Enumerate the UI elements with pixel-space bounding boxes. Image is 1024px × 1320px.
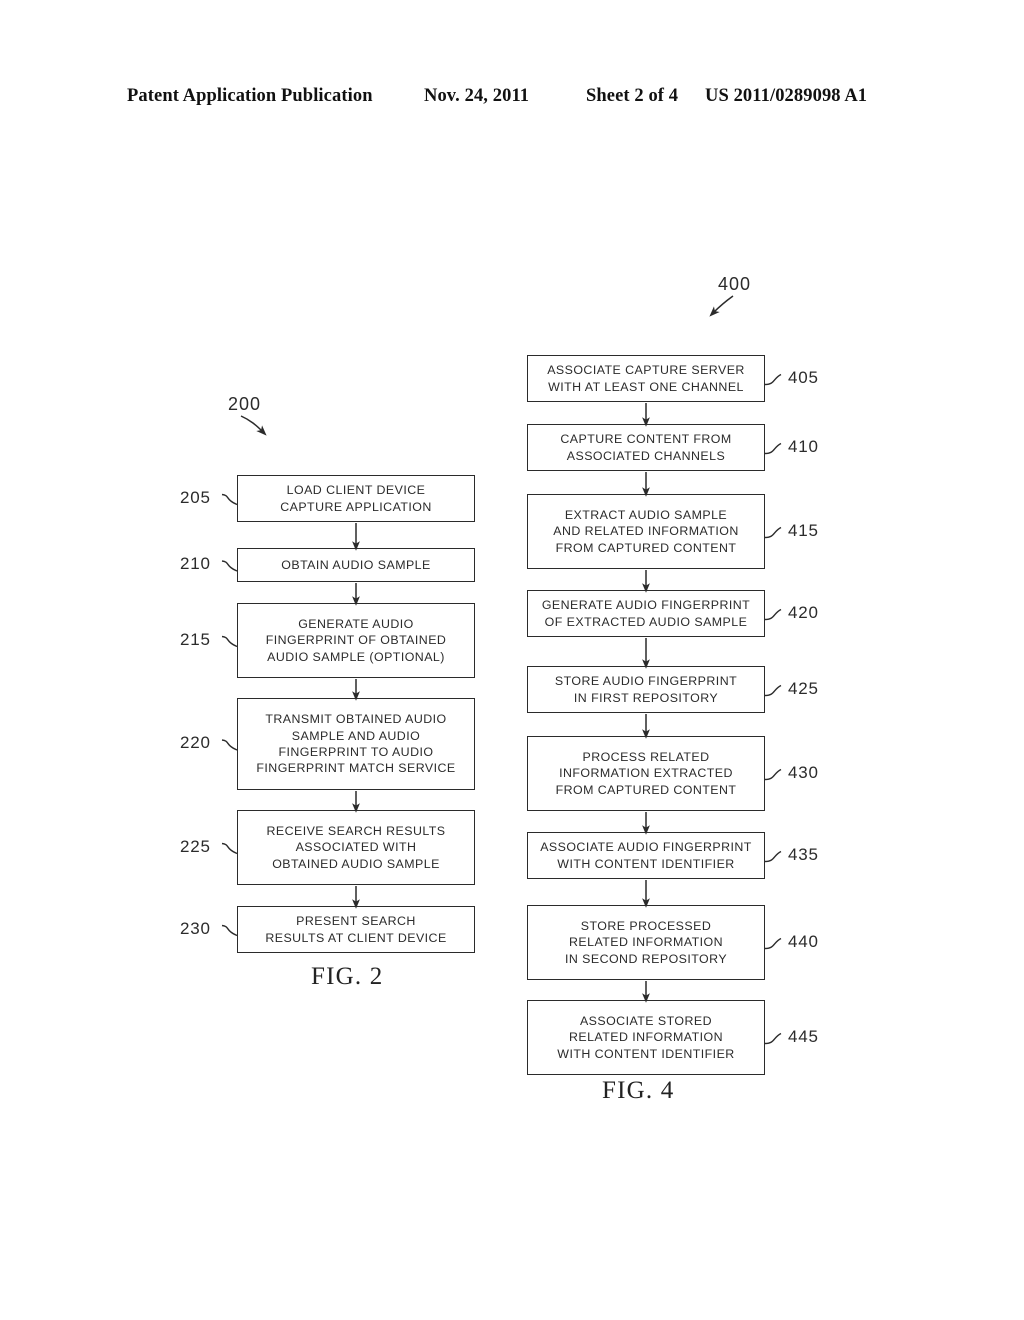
flow-step-210: OBTAIN AUDIO SAMPLE bbox=[237, 548, 475, 582]
flow-step-410: CAPTURE CONTENT FROM ASSOCIATED CHANNELS bbox=[527, 424, 765, 471]
flow-step-220: TRANSMIT OBTAINED AUDIO SAMPLE AND AUDIO… bbox=[237, 698, 475, 790]
flow-step-435: ASSOCIATE AUDIO FINGERPRINT WITH CONTENT… bbox=[527, 832, 765, 879]
flow-step-205: LOAD CLIENT DEVICE CAPTURE APPLICATION bbox=[237, 475, 475, 522]
figure-4-flow-label: 400 bbox=[718, 274, 752, 294]
reference-numeral-220: 220 bbox=[180, 733, 211, 752]
reference-numeral-225: 225 bbox=[180, 836, 211, 856]
figure-2-flow-label: 200 bbox=[228, 394, 262, 414]
header-publication-title: Patent Application Publication bbox=[127, 86, 373, 106]
reference-numeral-425: 425 bbox=[788, 678, 819, 698]
flow-step-225: RECEIVE SEARCH RESULTS ASSOCIATED WITH O… bbox=[237, 810, 475, 885]
header-sheet-number: Sheet 2 of 4 bbox=[586, 86, 679, 106]
flow-step-420: GENERATE AUDIO FINGERPRINT OF EXTRACTED … bbox=[527, 590, 765, 637]
flow-step-440: STORE PROCESSED RELATED INFORMATION IN S… bbox=[527, 905, 765, 980]
reference-numeral-230: 230 bbox=[180, 918, 211, 938]
reference-numeral-205: 205 bbox=[180, 487, 211, 507]
flow-step-425: STORE AUDIO FINGERPRINT IN FIRST REPOSIT… bbox=[527, 666, 765, 713]
reference-numeral-420: 420 bbox=[788, 602, 819, 622]
header-publication-date: Nov. 24, 2011 bbox=[424, 86, 530, 106]
reference-numeral-415: 415 bbox=[788, 520, 819, 540]
figure-2-caption: FIG. 2 bbox=[311, 963, 384, 990]
header-patent-number: US 2011/0289098 A1 bbox=[705, 86, 868, 106]
reference-numeral-445: 445 bbox=[788, 1026, 819, 1046]
reference-numeral-410: 410 bbox=[788, 436, 819, 456]
flow-step-405: ASSOCIATE CAPTURE SERVER WITH AT LEAST O… bbox=[527, 355, 765, 402]
figure-2: LOAD CLIENT DEVICE CAPTURE APPLICATION OB… bbox=[170, 380, 500, 1000]
page-header: Patent Application Publication Nov. 24, … bbox=[0, 86, 1024, 112]
flow-step-430: PROCESS RELATED INFORMATION EXTRACTED FR… bbox=[527, 736, 765, 811]
reference-numeral-440: 440 bbox=[788, 931, 819, 951]
flow-step-445: ASSOCIATE STORED RELATED INFORMATION WIT… bbox=[527, 1000, 765, 1075]
reference-numeral-215: 215 bbox=[180, 629, 211, 649]
flow-step-215: GENERATE AUDIO FINGERPRINT OF OBTAINED A… bbox=[237, 603, 475, 678]
reference-numeral-210: 210 bbox=[180, 554, 211, 573]
flow-step-415: EXTRACT AUDIO SAMPLE AND RELATED INFORMA… bbox=[527, 494, 765, 569]
flow-step-230: PRESENT SEARCH RESULTS AT CLIENT DEVICE bbox=[237, 906, 475, 953]
figure-4-caption: FIG. 4 bbox=[602, 1077, 675, 1104]
reference-numeral-435: 435 bbox=[788, 844, 819, 864]
reference-numeral-405: 405 bbox=[788, 367, 819, 387]
reference-numeral-430: 430 bbox=[788, 762, 819, 782]
